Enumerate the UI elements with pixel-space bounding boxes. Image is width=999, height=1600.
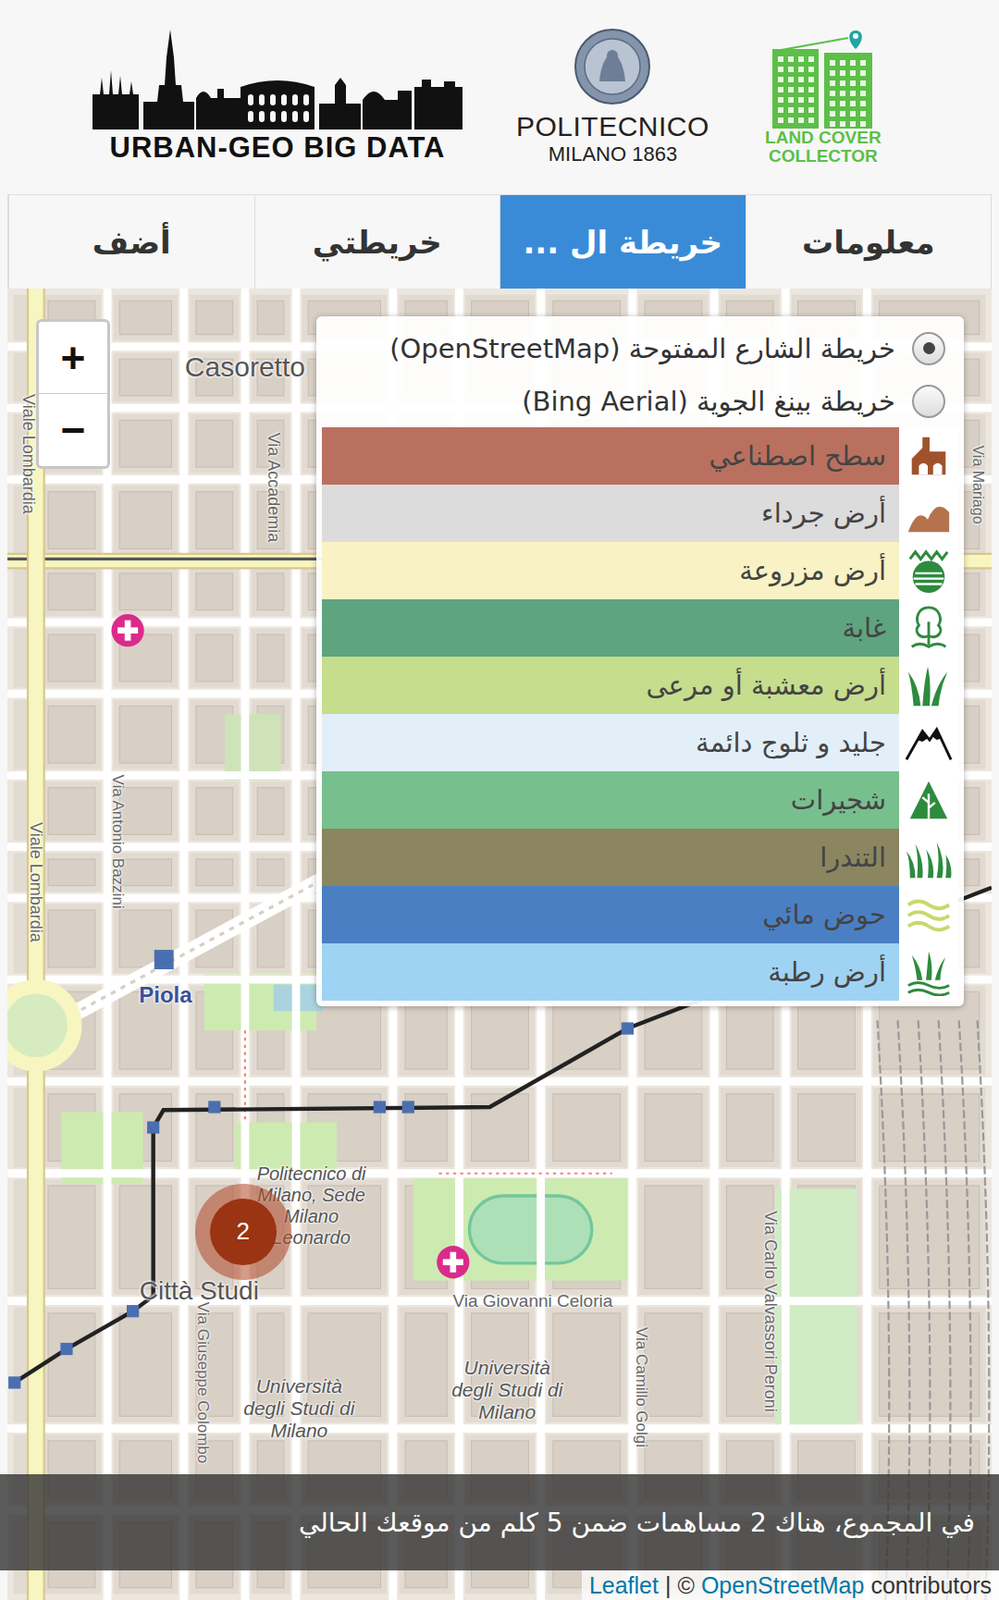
legend-row: أرض مزروعة [321, 542, 959, 600]
legend-icon-cell [899, 427, 959, 485]
legend-icon-cell [899, 771, 959, 829]
map-label: Casoretto [185, 351, 306, 384]
map-label: Via Accademia [263, 432, 284, 543]
base-layer-option[interactable]: خريطة بينغ الجوية (Bing Aerial) [321, 374, 959, 428]
metro-station-icon [147, 1121, 160, 1134]
legend-label: أرض مزروعة [321, 542, 900, 600]
legend-icon-cell [899, 828, 959, 887]
legend-row: أرض معشبة أو مرعى [321, 656, 959, 715]
legend-row: أرض رطبة [321, 943, 959, 1001]
politecnico-subtitle: MILANO 1863 [548, 142, 678, 167]
map-label: Via Giuseppe Colombo [193, 1302, 212, 1465]
land-cover-collector-logo-icon [763, 28, 884, 129]
tundra-icon [904, 833, 953, 882]
legend-icon-cell [899, 943, 959, 1001]
cluster-marker[interactable]: 2 [195, 1184, 292, 1281]
metro-station-icon [126, 1305, 139, 1318]
legend-icon-cell [899, 886, 959, 944]
legend-row: سطح اصطناعي [321, 427, 959, 485]
land-cover-collector-logo: LAND COVERCOLLECTOR [763, 28, 884, 166]
map-label: Viale Lombardia [26, 822, 47, 943]
layer-control: خريطة الشارع المفتوحة (OpenStreetMap)خري… [316, 316, 964, 1007]
urban-geo-logo: URBAN-GEO BIG DATA [92, 29, 463, 165]
leaflet-link[interactable]: Leaflet [589, 1572, 659, 1600]
metro-station-icon [154, 949, 174, 970]
mountain-icon [904, 718, 953, 767]
map-label: Via Camillo Golgi [631, 1327, 651, 1448]
radio-button[interactable] [912, 332, 946, 366]
status-banner: في المجموع، هناك 2 مساهمات ضمن 5 كلم من … [0, 1474, 999, 1571]
legend-icon-cell [899, 484, 959, 543]
radio-button[interactable] [912, 384, 946, 419]
shrub-icon [904, 776, 953, 825]
metro-station-icon [402, 1100, 415, 1113]
app: URBAN-GEO BIG DATA POLITECNICOMILANO 1863… [0, 0, 999, 1600]
attribution: Leaflet|©OpenStreetMapcontributors [581, 1570, 999, 1600]
bare-soil-icon [904, 489, 953, 538]
politecnico-name: POLITECNICO [516, 111, 710, 143]
metro-station-icon [373, 1100, 386, 1113]
metro-station-icon [8, 1376, 21, 1389]
legend-label: أرض جرداء [321, 484, 900, 543]
map-label: Università degli Studi di Milano [238, 1374, 359, 1442]
legend-label: أرض معشبة أو مرعى [321, 656, 900, 715]
politecnico-logo: POLITECNICOMILANO 1863 [516, 27, 710, 167]
hospital-icon [111, 614, 144, 647]
wetland-icon [904, 948, 953, 997]
legend-label: أرض رطبة [321, 943, 900, 1001]
skyline-logo-icon [92, 29, 463, 130]
hospital-icon [436, 1245, 469, 1279]
legend-icon-cell [899, 542, 959, 600]
map-label: Università degli Studi di Milano [446, 1356, 568, 1423]
water-icon [904, 890, 953, 939]
legend-label: جليد و ثلوج دائمة [321, 714, 900, 772]
legend-label: غابة [321, 599, 900, 657]
tab[interactable]: معلومات [745, 195, 992, 289]
cluster-count: 2 [209, 1198, 277, 1266]
map-label: Via Giovanni Celoria [452, 1291, 613, 1312]
legend-row: أرض جرداء [321, 484, 959, 543]
tab[interactable]: خريطتي [254, 195, 501, 289]
land-cover-collector-title: LAND COVERCOLLECTOR [764, 128, 882, 166]
zoom-out-button[interactable]: − [38, 394, 108, 467]
legend-row: التندرا [321, 828, 959, 887]
politecnico-seal-icon [573, 27, 652, 106]
map[interactable]: Casoretto Viale Lombardia Via Accademia Via… [7, 288, 992, 1600]
urban-geo-title: URBAN-GEO BIG DATA [110, 131, 446, 165]
map-label: Via Mariago [968, 444, 986, 524]
legend-row: غابة [321, 599, 959, 657]
zoom-in-button[interactable]: + [38, 321, 108, 395]
forest-icon [904, 604, 953, 653]
metro-station-icon [621, 1022, 634, 1035]
map-label: Piola [138, 982, 192, 1009]
tab[interactable]: خريطة ال ... [499, 195, 746, 289]
metro-station-icon [208, 1100, 221, 1113]
building-icon [904, 431, 953, 481]
legend-icon-cell [899, 656, 959, 715]
legend-row: حوض مائي [321, 886, 959, 944]
tab[interactable]: أضف [8, 195, 255, 289]
legend-icon-cell [899, 599, 959, 657]
legend-row: جليد و ثلوج دائمة [321, 714, 959, 772]
legend-label: سطح اصطناعي [321, 427, 900, 485]
openstreetmap-link[interactable]: OpenStreetMap [701, 1572, 865, 1600]
legend-label: التندرا [321, 828, 900, 887]
map-label: Città Studi [139, 1276, 259, 1307]
map-label: Via Antonio Bazzini [108, 774, 127, 909]
farmland-icon [904, 546, 953, 595]
base-layer-option[interactable]: خريطة الشارع المفتوحة (OpenStreetMap) [321, 321, 959, 375]
zoom-control: +− [36, 319, 111, 469]
legend-label: شجيرات [321, 771, 900, 829]
tab-bar: معلوماتخريطة ال ...خريطتيأضف [7, 194, 992, 289]
legend-label: حوض مائي [321, 886, 900, 944]
header: URBAN-GEO BIG DATA POLITECNICOMILANO 1863… [0, 0, 999, 195]
map-label: Via Carlo Valvassori Peroni [760, 1210, 780, 1412]
metro-station-icon [60, 1343, 73, 1356]
grass-icon [904, 661, 953, 710]
legend-icon-cell [899, 714, 959, 772]
legend-row: شجيرات [321, 771, 959, 829]
